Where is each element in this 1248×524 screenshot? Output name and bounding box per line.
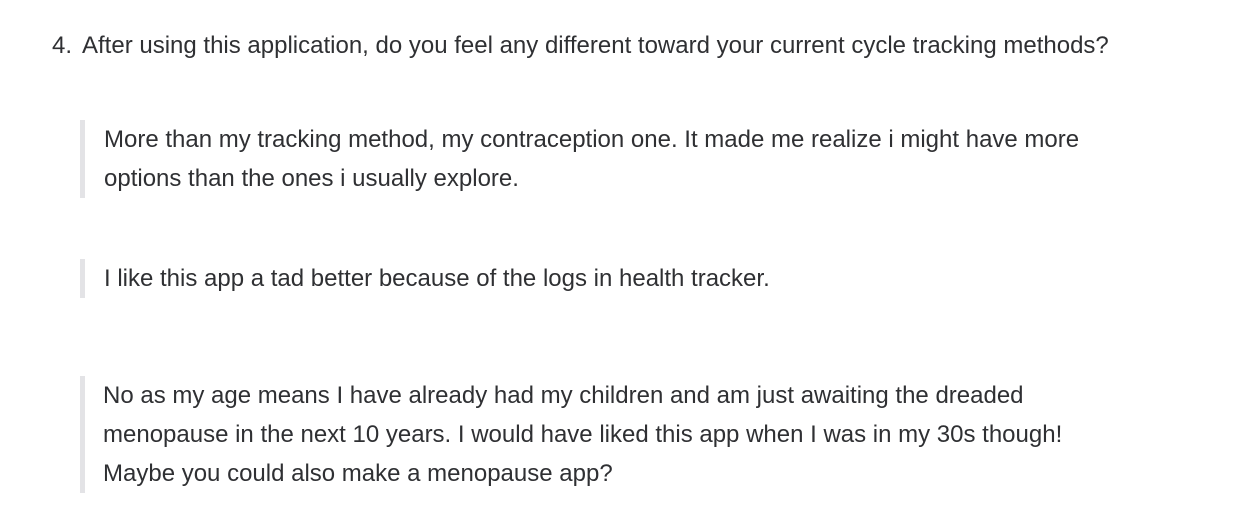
response-quote: More than my tracking method, my contrac… [80, 120, 1104, 198]
response-quote: I like this app a tad better because of … [80, 259, 1104, 298]
survey-question: 4. After using this application, do you … [52, 26, 1172, 65]
response-text: I like this app a tad better because of … [104, 265, 770, 292]
response-text: No as my age means I have already had my… [103, 382, 1063, 487]
question-number: 4. [52, 32, 73, 59]
response-text: More than my tracking method, my contrac… [104, 126, 1080, 192]
question-text: After using this application, do you fee… [82, 32, 1109, 59]
response-quote: No as my age means I have already had my… [80, 376, 1103, 493]
